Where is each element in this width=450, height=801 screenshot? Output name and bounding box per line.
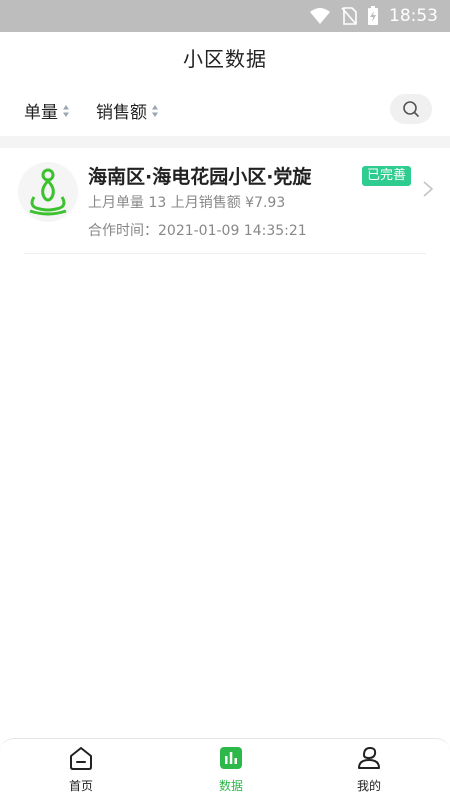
- tab-bar: 首页 数据 我的: [0, 738, 450, 801]
- battery-charging-icon: [368, 6, 378, 25]
- tab-data[interactable]: 数据: [186, 745, 276, 794]
- sort-icon: [152, 104, 158, 117]
- sort-quantity-button[interactable]: 单量: [24, 98, 70, 123]
- status-icons: 18:53: [309, 4, 438, 28]
- search-icon: [403, 101, 419, 117]
- community-name: 海南区·海电花园小区·党旋: [88, 166, 312, 188]
- status-badge: 已完善: [362, 166, 412, 186]
- tab-mine[interactable]: 我的: [324, 745, 414, 794]
- status-bar: 18:53: [0, 0, 450, 32]
- list-item[interactable]: 海南区·海电花园小区·党旋 已完善 上月单量 13 上月销售额 ¥7.93 合作…: [0, 148, 450, 254]
- status-time: 18:53: [389, 6, 438, 26]
- list-divider: [24, 253, 426, 254]
- section-divider: [0, 136, 450, 148]
- sort-icon: [63, 104, 69, 117]
- meditation-logo-icon: [29, 168, 67, 216]
- tab-home-label: 首页: [68, 779, 93, 793]
- tab-mine-label: 我的: [356, 779, 381, 793]
- title-bar: 小区数据: [0, 32, 450, 82]
- wifi-icon: [310, 8, 330, 24]
- tab-home[interactable]: 首页: [36, 745, 126, 794]
- data-chart-icon: [220, 747, 242, 769]
- search-button[interactable]: [390, 94, 432, 124]
- sort-sales-label: 销售额: [96, 103, 147, 123]
- home-icon: [70, 747, 92, 770]
- item-stats: 上月单量 13 上月销售额 ¥7.93: [88, 195, 286, 211]
- chevron-right-icon: [423, 181, 434, 197]
- filter-bar: 单量 销售额: [0, 88, 450, 132]
- page-title: 小区数据: [183, 46, 267, 71]
- tab-data-label: 数据: [218, 779, 243, 793]
- user-icon: [358, 746, 380, 769]
- avatar: [18, 162, 78, 222]
- cooperation-time: 合作时间：2021-01-09 14:35:21: [88, 223, 307, 239]
- sort-sales-button[interactable]: 销售额: [96, 98, 159, 123]
- no-sim-icon: [341, 7, 357, 25]
- sort-quantity-label: 单量: [24, 103, 58, 123]
